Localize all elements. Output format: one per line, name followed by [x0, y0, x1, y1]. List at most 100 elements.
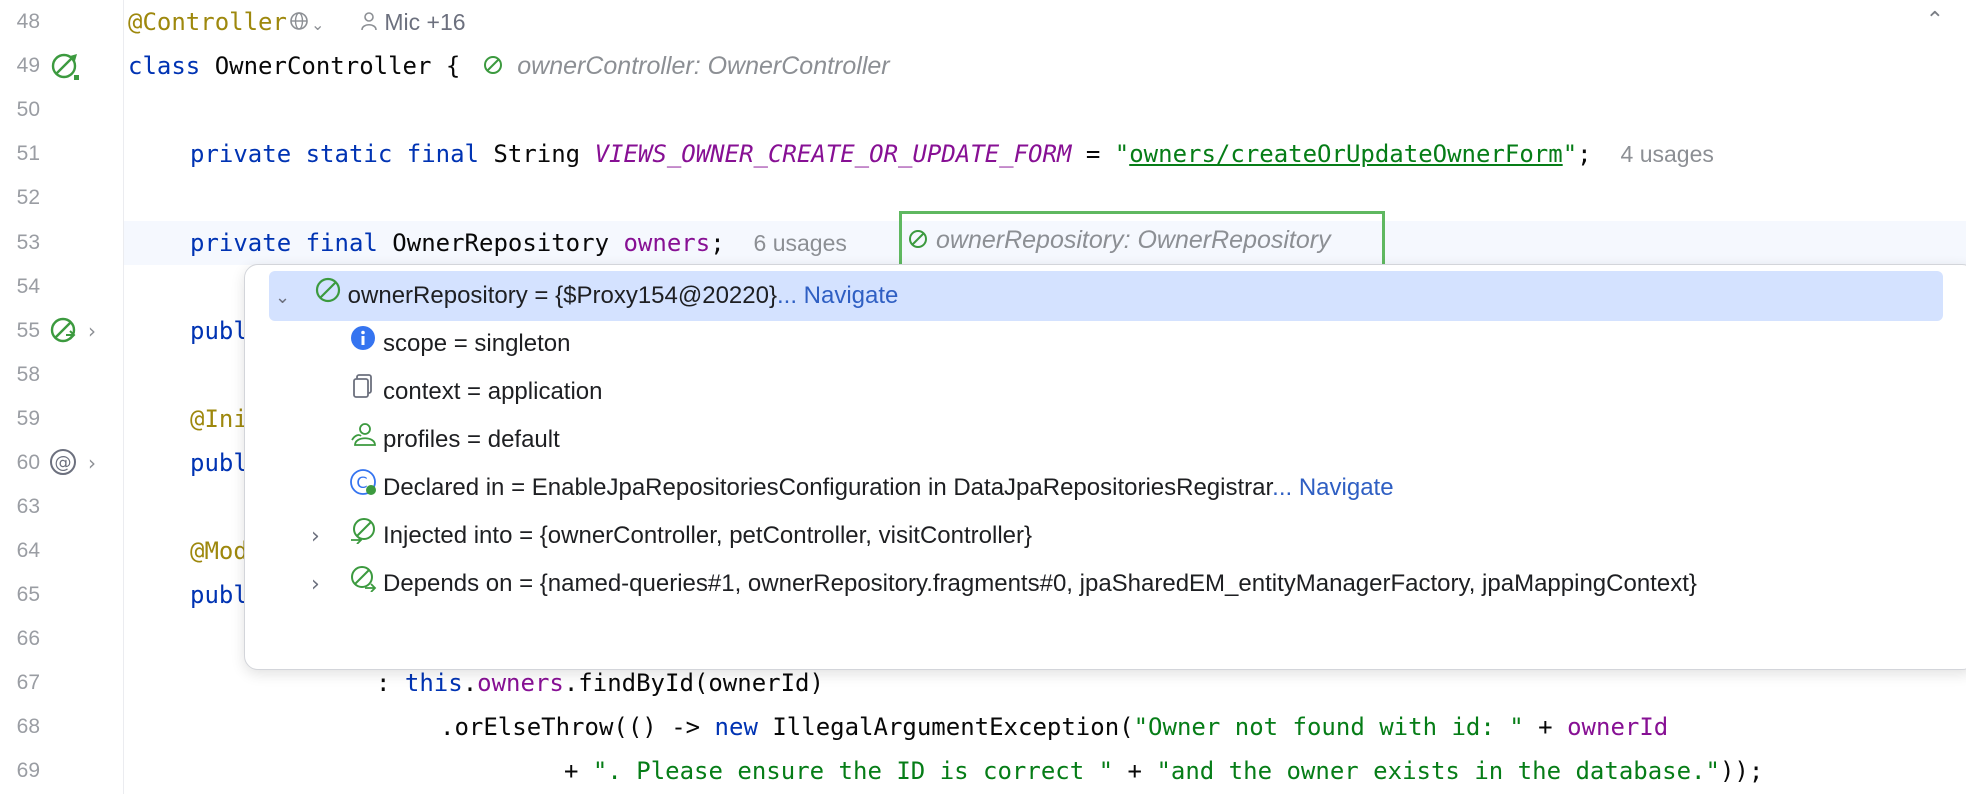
line-number: 59 [16, 407, 40, 430]
chevron-down-icon[interactable]: ⌄ [311, 15, 324, 34]
line-number: 52 [16, 186, 40, 209]
line-number: 55 [16, 319, 40, 342]
keyword: private static final [190, 140, 479, 168]
line-number: 67 [16, 671, 40, 694]
bean-info-popup: ⌄ ownerRepository = {$Proxy154@20220}...… [244, 264, 1966, 670]
spring-bean-icon [908, 229, 928, 253]
keyword: publ [190, 449, 248, 477]
keyword: this [404, 669, 463, 697]
keyword: class [128, 52, 201, 80]
spring-bean-icon [483, 45, 503, 89]
code-line-48: @Controller ⌄ Mic +16 [128, 0, 466, 44]
profiles-label: profiles = default [383, 426, 560, 453]
scope-label: scope = singleton [383, 330, 571, 357]
keyword: publ [190, 317, 248, 345]
string-literal: "Owner not found with id: " [1133, 713, 1524, 741]
scope-row[interactable]: scope = singleton [349, 321, 570, 367]
navigate-link[interactable]: ... Navigate [1272, 474, 1393, 501]
line-number: 63 [16, 495, 40, 518]
svg-text:C: C [356, 473, 367, 492]
code-line-55: publ [190, 309, 248, 353]
controller-annotation[interactable]: @Controller [128, 8, 287, 36]
keyword: private final [190, 229, 378, 257]
string-literal: "and the owner exists in the database." [1156, 757, 1720, 785]
dot: . [462, 669, 478, 697]
code-line-53: private final OwnerRepository owners; 6 … [190, 221, 847, 265]
depends-on-label: Depends on = {named-queries#1, ownerRepo… [383, 570, 1697, 597]
line-number: 60 [16, 451, 40, 474]
line-number: 50 [16, 98, 40, 121]
code-line-49: class OwnerController { ownerController:… [128, 44, 890, 88]
info-icon [349, 322, 377, 368]
line-number: 49 [16, 54, 40, 77]
injected-icon [349, 514, 377, 560]
string-literal: ". Please ensure the ID is correct " [592, 757, 1114, 785]
bean-root-row[interactable]: ⌄ ownerRepository = {$Proxy154@20220}...… [275, 273, 898, 319]
bean-inlay-hint[interactable]: ownerController: OwnerController [517, 52, 889, 80]
chevron-down-icon[interactable]: ⌄ [275, 275, 301, 321]
usages-hint[interactable]: 4 usages [1621, 141, 1714, 167]
author-icon [360, 1, 378, 45]
code-line-65: publ [190, 573, 248, 617]
code-line-51: private static final String VIEWS_OWNER_… [190, 132, 1714, 176]
line-number: 68 [16, 715, 40, 738]
template-path-link[interactable]: owners/createOrUpdateOwnerForm [1129, 140, 1562, 168]
editor-gutter: 48 49 50 51 52 53 54 55 58 59 60 63 64 6… [0, 0, 124, 794]
context-row[interactable]: context = application [349, 369, 602, 415]
bean-hint-box[interactable]: ownerRepository: OwnerRepository [899, 211, 1385, 267]
line-number: 66 [16, 627, 40, 650]
method-call: .findById(ownerId) [563, 669, 824, 697]
chevron-right-icon[interactable]: › [311, 514, 349, 560]
spring-bean-icon [314, 274, 342, 320]
operator: + [1113, 757, 1157, 785]
chevron-right-icon[interactable]: › [88, 319, 96, 343]
constructor-call: IllegalArgumentException( [757, 713, 1134, 741]
operator: = [1071, 140, 1115, 168]
line-number: 48 [16, 10, 40, 33]
profiles-row[interactable]: profiles = default [349, 417, 560, 463]
depends-on-row[interactable]: › Depends on = {named-queries#1, ownerRep… [311, 561, 1697, 607]
constant: VIEWS_OWNER_CREATE_OR_UPDATE_FORM [594, 140, 1072, 168]
svg-text:@: @ [55, 453, 72, 473]
usages-hint[interactable]: 6 usages [754, 230, 847, 256]
line-number: 69 [16, 759, 40, 782]
line-number: 51 [16, 142, 40, 165]
navigate-link[interactable]: ... Navigate [777, 282, 898, 309]
code-line-60: publ [190, 441, 248, 485]
spring-bean-gutter-icon[interactable] [46, 313, 80, 347]
injected-into-label: Injected into = {ownerController, petCon… [383, 522, 1033, 549]
line-number: 64 [16, 539, 40, 562]
declared-in-row[interactable]: C Declared in = EnableJpaRepositoriesConf… [349, 465, 1394, 511]
bean-inlay-hint[interactable]: ownerRepository: OwnerRepository [936, 226, 1331, 255]
operator: + [564, 757, 593, 785]
operator: : [376, 669, 405, 697]
annotation: @Mod [190, 537, 248, 565]
bean-root-label: ownerRepository = {$Proxy154@20220} [347, 282, 777, 309]
collapse-up-icon[interactable]: ⌃ [1926, 8, 1944, 33]
injected-into-row[interactable]: › Injected into = {ownerController, petCo… [311, 513, 1032, 559]
semicolon: ; [1577, 140, 1592, 168]
author-hint[interactable]: Mic +16 [384, 9, 465, 35]
line-number: 58 [16, 363, 40, 386]
declared-class-icon: C [349, 466, 377, 512]
code-line-69: + ". Please ensure the ID is correct " +… [564, 749, 1763, 793]
line-number: 65 [16, 583, 40, 606]
keyword: new [714, 713, 758, 741]
chevron-right-icon[interactable]: › [88, 451, 96, 475]
chevron-right-icon[interactable]: › [311, 562, 349, 608]
code-line-68: .orElseThrow(() -> new IllegalArgumentEx… [440, 705, 1668, 749]
field-name: owners [477, 669, 564, 697]
field-name: owners [623, 229, 711, 257]
context-label: context = application [383, 378, 603, 405]
code-line-59: @Ini [190, 397, 248, 441]
keyword: publ [190, 581, 248, 609]
web-endpoint-icon[interactable]: @ [46, 445, 80, 479]
variable: ownerId [1567, 713, 1669, 741]
context-icon [349, 370, 377, 416]
class-name: OwnerController { [200, 52, 461, 80]
type: OwnerRepository [377, 229, 624, 257]
spring-bean-gutter-icon[interactable] [48, 49, 82, 83]
closing-parens: )); [1719, 757, 1764, 785]
globe-icon[interactable] [289, 1, 309, 45]
line-number: 53 [16, 231, 40, 254]
